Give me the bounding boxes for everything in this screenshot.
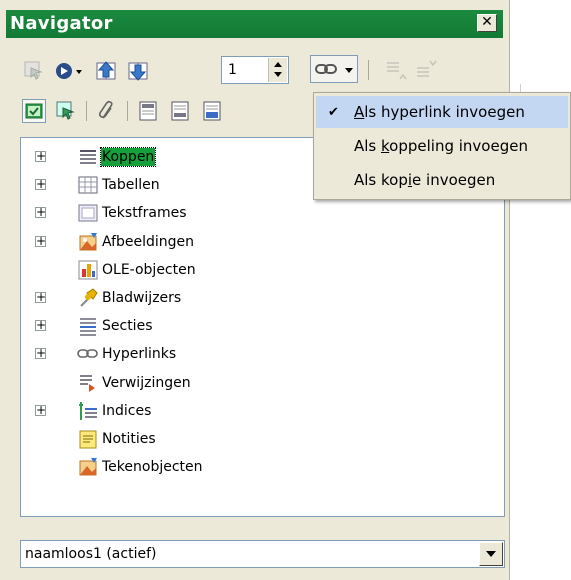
dragmode-icon <box>56 101 75 120</box>
menu-item[interactable]: Als koppeling invoegen <box>316 130 568 162</box>
previous-button[interactable] <box>94 59 118 83</box>
menu-item-label: Als hyperlink invoegen <box>354 103 525 121</box>
toolbar-separator <box>86 101 87 121</box>
tree-item-label[interactable]: Afbeeldingen <box>101 233 195 251</box>
tree-item[interactable]: + Afbeeldingen <box>21 229 501 255</box>
tree-item-label[interactable]: Tekstframes <box>101 204 188 222</box>
footer-icon <box>171 101 189 121</box>
promote-level-icon[interactable] <box>384 58 408 82</box>
tree-item[interactable]: + Hyperlinks <box>21 341 501 367</box>
content-view-icon <box>24 61 43 80</box>
tree-item[interactable]: + Tekstframes <box>21 200 501 226</box>
section-icon <box>77 315 99 337</box>
image-icon <box>77 231 99 253</box>
reminder-button[interactable] <box>95 99 119 123</box>
dragmode-icon-button[interactable] <box>54 99 78 123</box>
tree-item-label[interactable]: Secties <box>101 317 153 335</box>
tree-item-label[interactable]: Bladwijzers <box>101 289 182 307</box>
tree-item-label[interactable]: Indices <box>101 402 152 420</box>
navigation-icon <box>56 63 82 79</box>
toolbar-separator <box>368 60 369 80</box>
anchor-button[interactable] <box>200 99 224 123</box>
navigator-window: Navigator ✕ 1 + Koppen + Tabellen + Teks… <box>0 0 510 580</box>
menu-item-label: Als kopie invoegen <box>354 171 496 189</box>
drawing-icon <box>77 456 99 478</box>
dropdown-arrow-icon[interactable] <box>479 542 503 566</box>
drag-mode-button[interactable] <box>310 55 358 83</box>
next-icon <box>128 62 148 81</box>
demote-level-icon[interactable] <box>414 58 438 82</box>
hyperlink-icon <box>77 343 99 365</box>
header-icon <box>139 101 157 121</box>
expand-icon[interactable]: + <box>35 291 46 303</box>
check-icon: ✔ <box>328 104 339 120</box>
tree-item[interactable]: + Secties <box>21 313 501 339</box>
document-select-value: naamloos1 (actief) <box>25 546 157 562</box>
tree-item[interactable]: Verwijzingen <box>21 370 501 396</box>
spin-up-icon[interactable] <box>274 62 282 67</box>
drag-mode-menu: ✔ Als hyperlink invoegen Als koppeling inv… <box>313 92 571 200</box>
note-icon <box>77 428 99 450</box>
expand-icon[interactable]: + <box>35 235 46 247</box>
index-icon <box>77 400 99 422</box>
close-icon: ✕ <box>481 14 493 30</box>
content-view-button[interactable] <box>22 59 46 83</box>
document-select[interactable]: naamloos1 (actief) <box>20 540 505 568</box>
tree-item-label[interactable]: Hyperlinks <box>101 345 177 363</box>
expand-icon[interactable]: + <box>35 178 46 191</box>
page-number-spinner[interactable]: 1 <box>221 56 289 84</box>
menu-item[interactable]: Als kopie invoegen <box>316 164 568 196</box>
frame-icon <box>77 202 99 224</box>
tree-item-label[interactable]: Tekenobjecten <box>101 458 204 476</box>
next-button[interactable] <box>126 59 150 83</box>
tree-item-label[interactable]: OLE-objecten <box>101 261 197 279</box>
toolbar-separator <box>127 101 128 121</box>
navigation-button[interactable] <box>54 59 86 83</box>
header-button[interactable] <box>136 99 160 123</box>
toolbar-row-2 <box>22 97 232 125</box>
tree-item-label[interactable]: Tabellen <box>101 176 161 194</box>
expand-icon[interactable]: + <box>35 347 46 360</box>
list-box-toggle-button[interactable] <box>22 99 46 123</box>
spinner-buttons[interactable] <box>268 58 287 82</box>
tree-item[interactable]: + Bladwijzers <box>21 285 501 311</box>
tree-item[interactable]: + Indices <box>21 398 501 424</box>
expand-icon[interactable]: + <box>35 404 46 416</box>
tree-item[interactable]: Notities <box>21 426 501 452</box>
tree-item[interactable]: Tekenobjecten <box>21 454 501 480</box>
menu-item-label: Als koppeling invoegen <box>354 137 528 155</box>
title-bar[interactable]: Navigator ✕ <box>6 10 503 38</box>
footer-button[interactable] <box>168 99 192 123</box>
tree-item-label[interactable]: Koppen <box>99 147 157 167</box>
tree-item-label[interactable]: Verwijzingen <box>101 374 192 392</box>
page-number-value[interactable]: 1 <box>228 62 237 78</box>
toolbar-row-1 <box>22 57 158 85</box>
expand-icon[interactable]: + <box>35 319 46 332</box>
link-icon <box>315 64 337 74</box>
window-title: Navigator <box>10 13 113 34</box>
listbox-icon <box>25 103 43 119</box>
spin-down-icon[interactable] <box>274 72 282 77</box>
bookmark-icon <box>77 287 99 309</box>
menu-item[interactable]: ✔ Als hyperlink invoegen <box>316 96 568 128</box>
tree-item[interactable]: OLE-objecten <box>21 257 501 283</box>
previous-icon <box>96 61 116 80</box>
tree-item-label[interactable]: Notities <box>101 430 157 448</box>
paperclip-icon <box>98 100 113 119</box>
anchor-icon <box>203 101 221 121</box>
expand-icon[interactable]: + <box>35 206 46 219</box>
headings-icon <box>77 146 99 168</box>
ole-icon <box>77 259 99 281</box>
close-button[interactable]: ✕ <box>477 14 497 32</box>
table-icon <box>77 174 99 196</box>
expand-icon[interactable]: + <box>35 150 46 162</box>
chevron-down-icon <box>345 68 353 73</box>
reference-icon <box>77 372 99 394</box>
